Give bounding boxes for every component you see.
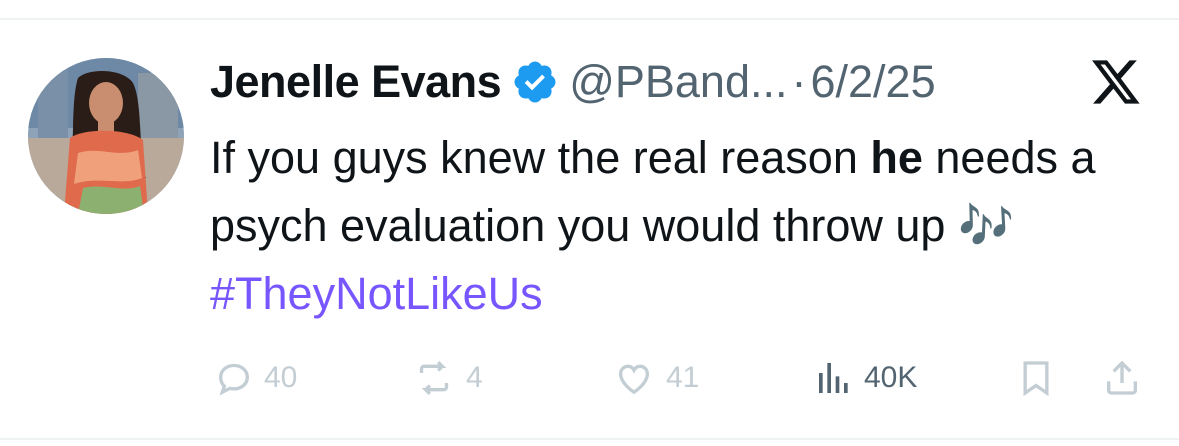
author-handle[interactable]: @PBand...	[569, 56, 787, 108]
repost-icon	[419, 360, 449, 396]
reply-button[interactable]: 40	[214, 350, 297, 406]
top-divider	[0, 18, 1179, 20]
tweet-text-bold: he	[870, 132, 923, 183]
music-notes-emoji: 🎶	[957, 200, 1014, 251]
hashtag-link[interactable]: #TheyNotLikeUs	[210, 268, 543, 319]
action-bar: 40 4 41 40K	[0, 350, 1179, 406]
separator-dot: ·	[791, 56, 807, 107]
repost-count: 4	[466, 361, 483, 394]
like-button[interactable]: 41	[612, 350, 699, 406]
share-icon	[1107, 360, 1137, 395]
avatar[interactable]	[28, 58, 184, 214]
share-button[interactable]	[1102, 350, 1142, 406]
views-count: 40K	[864, 361, 918, 394]
tweet-header: Jenelle Evans @PBand... · 6/2/25	[210, 52, 936, 112]
author-name[interactable]: Jenelle Evans	[210, 56, 502, 108]
reply-count: 40	[264, 361, 298, 394]
verified-badge-icon	[511, 58, 559, 106]
repost-button[interactable]: 4	[412, 350, 483, 406]
tweet-text: If you guys knew the real reason he need…	[210, 124, 1140, 328]
bookmark-button[interactable]	[1016, 350, 1056, 406]
views-button[interactable]: 40K	[814, 350, 917, 406]
x-logo-icon	[1090, 58, 1142, 106]
bottom-divider	[0, 438, 1179, 440]
views-icon	[819, 363, 848, 393]
reply-icon	[218, 363, 250, 396]
bookmark-icon	[1023, 361, 1049, 397]
like-icon	[618, 364, 650, 395]
like-count: 41	[666, 361, 700, 394]
tweet-text-part1: If you guys knew the real reason	[210, 132, 871, 183]
tweet-date[interactable]: 6/2/25	[811, 56, 936, 108]
